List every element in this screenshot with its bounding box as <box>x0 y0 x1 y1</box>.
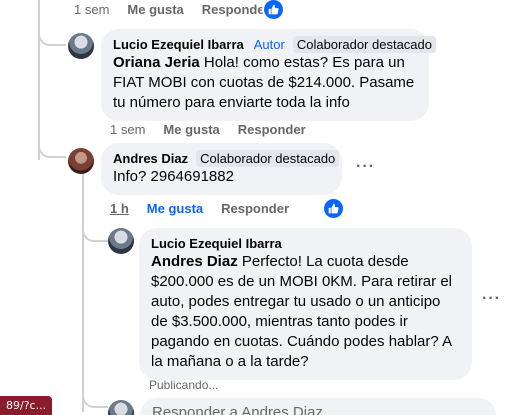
comment-actions: 1 sem Me gusta Responder <box>110 122 324 137</box>
thread-connector <box>82 222 108 242</box>
reply-placeholder: Responder a Andres Diaz <box>152 404 323 415</box>
thumbs-up-icon <box>324 199 343 218</box>
comment-body: Perfecto! La cuota desde $200.000 es de … <box>151 253 452 370</box>
like-button[interactable]: Me gusta <box>127 2 183 17</box>
comment-text: Andres Diaz Perfecto! La cuota desde $20… <box>151 252 456 372</box>
status-badge: Colaborador destacado <box>292 36 436 53</box>
comment-time[interactable]: 1 h <box>110 201 129 216</box>
thread-connector <box>38 140 66 158</box>
comment-text: Oriana Jeria Hola! como estas? Es para u… <box>113 53 417 113</box>
more-options-icon[interactable]: ··· <box>356 158 375 176</box>
comment-header: Lucio Ezequiel Ibarra Autor Colaborador … <box>113 36 436 53</box>
comment-actions: 1 sem Me gusta Responder <box>74 2 288 17</box>
comment-header: Lucio Ezequiel Ibarra <box>151 235 456 252</box>
thread-connector <box>38 30 66 46</box>
avatar[interactable] <box>68 148 94 174</box>
avatar[interactable] <box>68 33 94 59</box>
mention-link[interactable]: Oriana Jeria <box>113 54 200 71</box>
reply-input[interactable]: Responder a Andres Diaz <box>140 398 496 415</box>
reply-button[interactable]: Responder <box>202 2 270 17</box>
comment-bubble: Andres Diaz Colaborador destacado Info? … <box>101 143 342 195</box>
comment-time[interactable]: 1 sem <box>110 122 145 137</box>
comment-author[interactable]: Andres Diaz <box>113 150 188 167</box>
mention-link[interactable]: Andres Diaz <box>151 253 238 270</box>
like-button[interactable]: Me gusta <box>147 201 203 216</box>
thread-connector <box>82 392 108 408</box>
comment-actions: 1 h Me gusta Responder <box>110 201 307 216</box>
status-url: 89/?c... <box>0 396 53 415</box>
thumbs-up-icon <box>264 0 283 19</box>
reply-button[interactable]: Responder <box>238 122 306 137</box>
thread-line-main <box>38 0 40 160</box>
comment-body: Info? 2964691882 <box>113 168 234 185</box>
like-button[interactable]: Me gusta <box>163 122 219 137</box>
comment-bubble: Lucio Ezequiel Ibarra Autor Colaborador … <box>101 29 436 121</box>
comment-author[interactable]: Lucio Ezequiel Ibarra <box>113 36 244 53</box>
comment-time[interactable]: 1 sem <box>74 2 109 17</box>
comment-author[interactable]: Lucio Ezequiel Ibarra <box>151 235 282 252</box>
avatar[interactable] <box>108 228 134 254</box>
thread-line-nested <box>82 172 84 412</box>
comment-bubble: Lucio Ezequiel Ibarra Andres Diaz Perfec… <box>139 228 472 380</box>
publishing-status: Publicando... <box>149 378 219 392</box>
more-options-icon[interactable]: ··· <box>482 290 501 308</box>
author-tag: Autor <box>253 37 285 52</box>
post-status: Publicando... <box>149 378 218 392</box>
reply-button[interactable]: Responder <box>221 201 289 216</box>
comment-header: Andres Diaz Colaborador destacado <box>113 150 340 167</box>
status-badge: Colaborador destacado <box>196 150 340 167</box>
avatar <box>108 400 134 415</box>
